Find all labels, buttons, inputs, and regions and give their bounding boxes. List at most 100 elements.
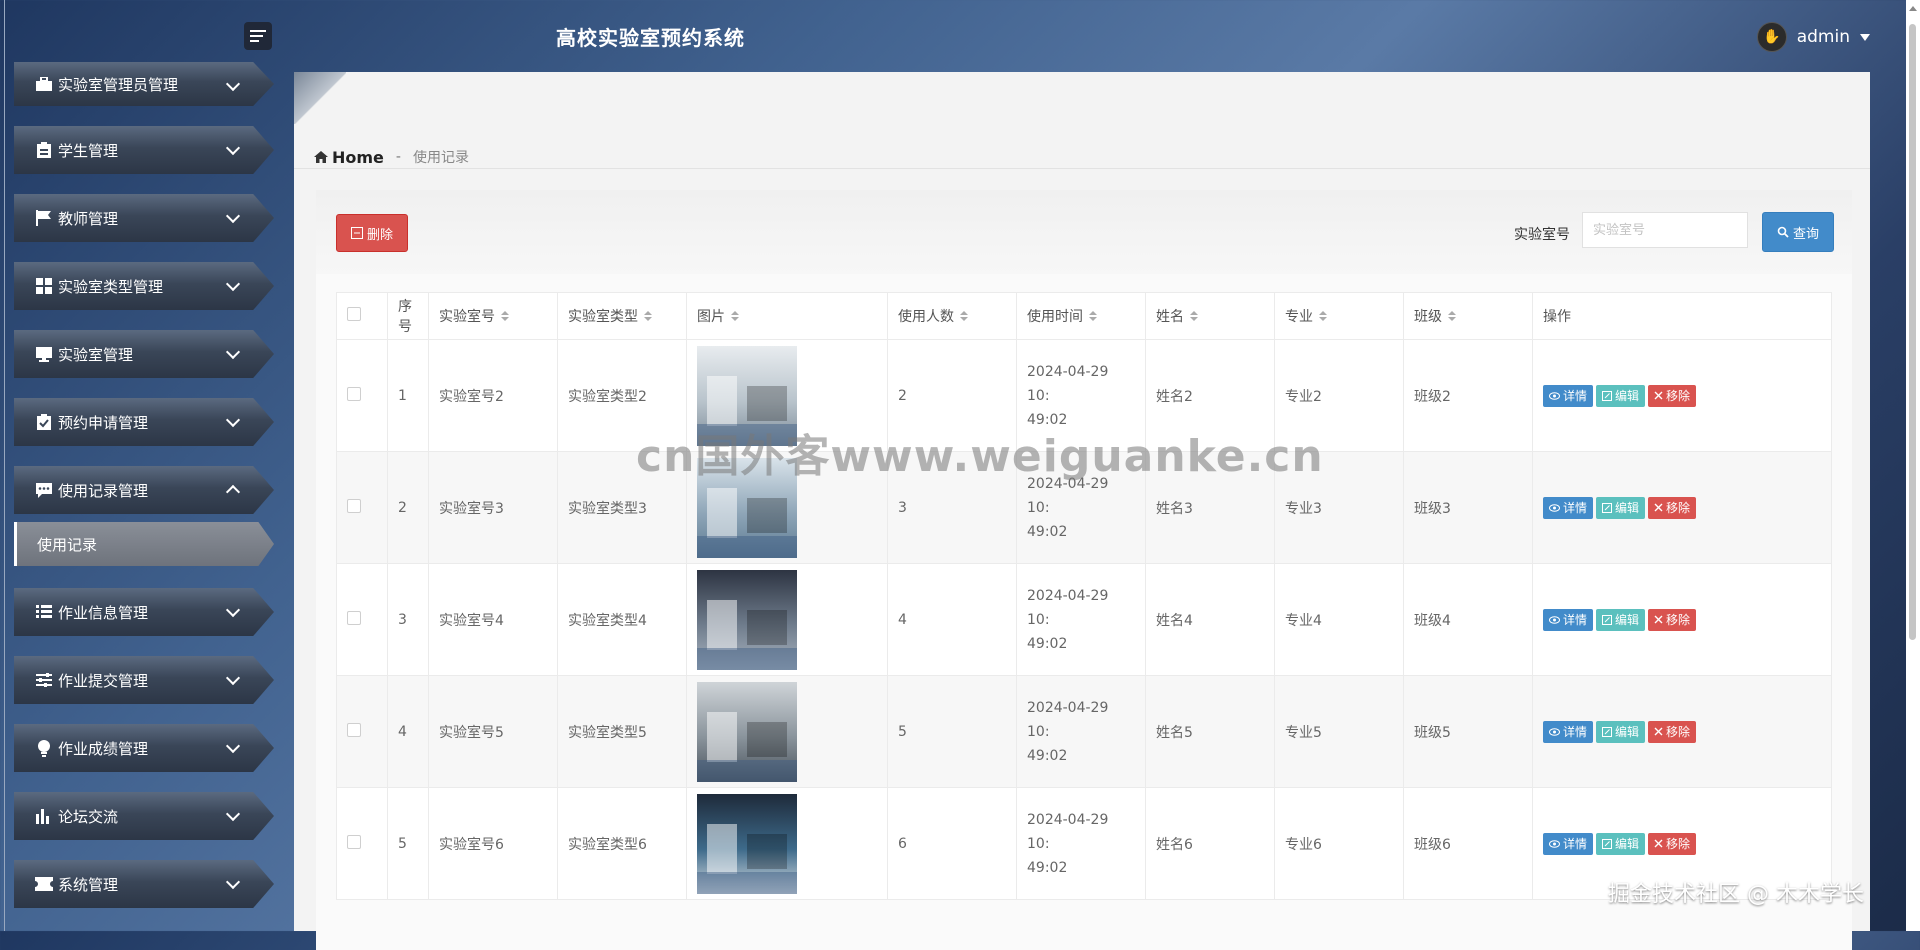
flag-icon	[34, 208, 54, 228]
sidebar-subitem-label: 使用记录	[37, 535, 98, 554]
row-checkbox[interactable]	[347, 498, 361, 513]
cell-lab: 实验室号6	[428, 787, 558, 900]
chevron-down-icon	[225, 670, 241, 686]
header-label: 图片	[697, 309, 725, 325]
chevron-down-icon	[225, 874, 241, 890]
detail-button[interactable]: 详情	[1543, 384, 1594, 407]
vertical-scrollbar[interactable]	[1906, 0, 1920, 931]
row-checkbox[interactable]	[347, 834, 361, 849]
edit-label: 编辑	[1615, 501, 1640, 515]
row-checkbox[interactable]	[347, 386, 361, 401]
sort-icon	[1448, 311, 1456, 323]
sidebar-item-label: 系统管理	[58, 875, 119, 894]
sidebar-item-system[interactable]: 系统管理	[14, 860, 274, 908]
sidebar-item-forum[interactable]: 论坛交流	[14, 792, 274, 840]
header-count[interactable]: 使用人数	[887, 292, 1017, 340]
sidebar-item-lab-types[interactable]: 实验室类型管理	[14, 262, 274, 310]
search-input[interactable]	[1582, 212, 1748, 248]
lab-photo[interactable]	[697, 793, 797, 894]
list-icon	[34, 602, 54, 622]
cell-image	[686, 787, 888, 900]
cell-time: 2024-04-29 10: 49:02	[1016, 675, 1146, 788]
remove-label: 移除	[1666, 613, 1691, 627]
user-menu[interactable]: ✋ admin	[1756, 22, 1870, 52]
watermark: cn国外客www.weiguanke.cn	[636, 431, 1324, 482]
remove-button[interactable]: 移除	[1648, 608, 1697, 631]
detail-button[interactable]: 详情	[1543, 720, 1594, 743]
header-no: 序号	[387, 292, 429, 340]
lab-photo[interactable]	[697, 681, 797, 782]
header-type[interactable]: 实验室类型	[557, 292, 687, 340]
row-actions: 详情 编辑 移除	[1543, 608, 1821, 631]
sidebar-item-label: 实验室管理员管理	[58, 75, 179, 94]
header-image[interactable]: 图片	[686, 292, 888, 340]
header-time[interactable]: 使用时间	[1016, 292, 1146, 340]
edit-button[interactable]: 编辑	[1596, 496, 1646, 519]
edit-button[interactable]: 编辑	[1596, 608, 1646, 631]
remove-button[interactable]: 移除	[1648, 496, 1697, 519]
close-icon	[1654, 391, 1663, 400]
remove-button[interactable]: 移除	[1648, 832, 1697, 855]
edit-label: 编辑	[1615, 389, 1640, 403]
header-name[interactable]: 姓名	[1145, 292, 1275, 340]
detail-button[interactable]: 详情	[1543, 608, 1594, 631]
time-line-2: 49:02	[1027, 523, 1068, 540]
edit-label: 编辑	[1615, 725, 1640, 739]
sidebar-item-labs[interactable]: 实验室管理	[14, 330, 274, 378]
row-actions: 详情 编辑 移除	[1543, 384, 1821, 407]
cell-no: 2	[387, 451, 429, 564]
close-icon	[1654, 503, 1663, 512]
sidebar-item-students[interactable]: 学生管理	[14, 126, 274, 174]
bulb-icon	[34, 738, 54, 758]
minus-square-icon	[350, 227, 363, 239]
cell-type: 实验室类型4	[557, 563, 687, 676]
close-icon	[1654, 727, 1663, 736]
delete-button[interactable]: 删除	[336, 214, 408, 252]
lab-photo[interactable]	[697, 569, 797, 670]
sidebar-subitem-usage-record[interactable]: 使用记录	[14, 522, 274, 566]
sidebar-item-grades[interactable]: 作业成绩管理	[14, 724, 274, 772]
header-lab[interactable]: 实验室号	[428, 292, 558, 340]
row-checkbox[interactable]	[347, 722, 361, 737]
scrollbar-thumb[interactable]	[1909, 24, 1916, 640]
sidebar-item-label: 作业成绩管理	[58, 739, 149, 758]
edit-icon	[1602, 726, 1613, 737]
edit-button[interactable]: 编辑	[1596, 384, 1646, 407]
cell-lab: 实验室号4	[428, 563, 558, 676]
cell-time: 2024-04-29 10: 49:02	[1016, 563, 1146, 676]
edit-button[interactable]: 编辑	[1596, 832, 1646, 855]
scroll-up-icon	[1909, 6, 1917, 11]
detail-button[interactable]: 详情	[1543, 832, 1594, 855]
sidebar-item-lab-admin[interactable]: 实验室管理员管理	[14, 62, 274, 106]
sliders-icon	[34, 670, 54, 690]
remove-button[interactable]: 移除	[1648, 384, 1697, 407]
cell-no: 5	[387, 787, 429, 900]
grid-icon	[34, 276, 54, 296]
header-label: 序号	[398, 299, 412, 335]
sidebar-item-label: 实验室管理	[58, 345, 134, 364]
remove-button[interactable]: 移除	[1648, 720, 1697, 743]
cell-name: 姓名6	[1145, 787, 1275, 900]
edit-button[interactable]: 编辑	[1596, 720, 1646, 743]
sidebar-item-label: 实验室类型管理	[58, 277, 164, 296]
search-button[interactable]: 查询	[1762, 212, 1834, 252]
sidebar-item-usage-records[interactable]: 使用记录管理	[14, 466, 274, 514]
sidebar-item-teachers[interactable]: 教师管理	[14, 194, 274, 242]
sidebar-item-submissions[interactable]: 作业提交管理	[14, 656, 274, 704]
time-line-2: 49:02	[1027, 747, 1068, 764]
row-checkbox[interactable]	[347, 610, 361, 625]
menu-toggle-button[interactable]	[244, 22, 272, 50]
table-header-row: 序号 实验室号 实验室类型 图片 使用人数 使用时间 姓名 专业 班级 操作	[336, 292, 1832, 340]
header-class[interactable]: 班级	[1403, 292, 1533, 340]
sidebar-item-assignments[interactable]: 作业信息管理	[14, 588, 274, 636]
select-all-checkbox[interactable]	[347, 307, 361, 321]
header-major[interactable]: 专业	[1274, 292, 1404, 340]
sidebar-item-reservations[interactable]: 预约申请管理	[14, 398, 274, 446]
detail-button[interactable]: 详情	[1543, 496, 1594, 519]
edit-icon	[1602, 838, 1613, 849]
cell-actions: 详情 编辑 移除	[1532, 563, 1832, 676]
chevron-down-icon	[225, 806, 241, 822]
clipboard-check-icon	[34, 412, 54, 432]
cell-count: 4	[887, 563, 1017, 676]
breadcrumb-home[interactable]: Home	[314, 148, 384, 167]
